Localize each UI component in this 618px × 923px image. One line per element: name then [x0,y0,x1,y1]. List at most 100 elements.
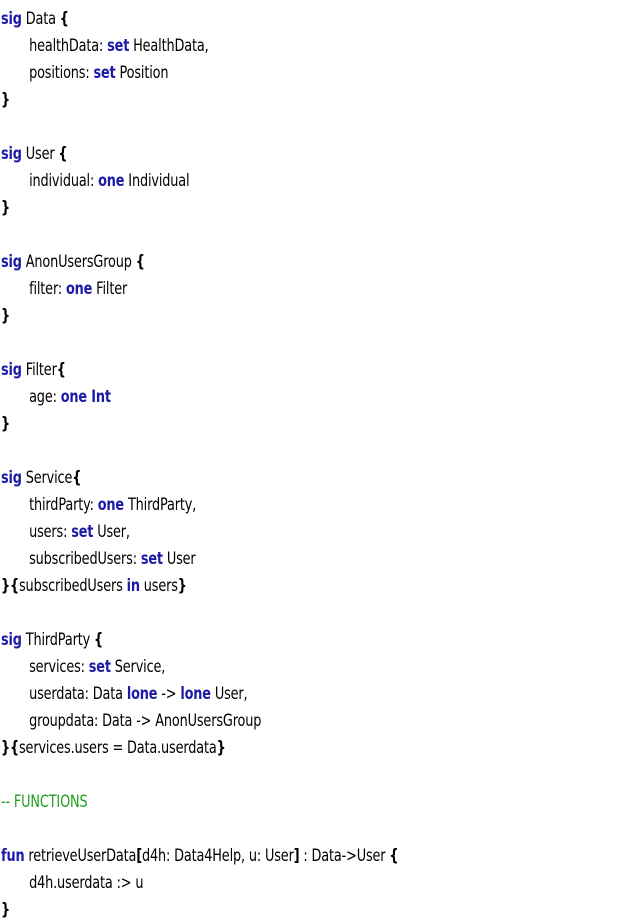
code-token: Service [21,468,73,487]
code-line: sig User { [1,140,398,167]
keyword-token: fun [1,846,25,865]
code-token: Data [21,9,60,28]
code-line: -- FUNCTIONS [1,788,398,815]
code-token: healthData: [29,36,108,55]
code-token: individual: [29,171,99,190]
code-token: groupdata: Data -> AnonUsersGroup [29,711,262,730]
keyword-token: sig [1,630,22,649]
code-token: d4h.userdata :> u [29,873,144,892]
keyword-token: sig [1,468,22,487]
code-line: }{subscribedUsers in users} [1,572,398,599]
brace-token: } [1,90,11,109]
keyword-token: sig [1,144,22,163]
code-line: }{services.users = Data.userdata} [1,734,398,761]
code-token: d4h: Data4Help, u: User [141,846,294,865]
code-line: filter: one Filter [1,275,398,302]
code-token: users: [29,522,72,541]
code-token: userdata: Data [29,684,127,703]
code-token: Individual [124,171,190,190]
code-line: individual: one Individual [1,167,398,194]
brace-token: } [216,738,226,757]
brace-token: }{ [1,576,20,595]
code-line: fun retrieveUserData[d4h: Data4Help, u: … [1,842,399,869]
code-token: age: [29,387,61,406]
code-line: } [1,86,398,113]
code-token: User, [93,522,130,541]
code-token: Filter [92,279,128,298]
code-listing: sig Data {healthData: set HealthData, pos… [1,5,399,923]
keyword-token: set [107,36,130,55]
code-token: users [139,576,178,595]
brace-token: { [93,630,103,649]
code-token: User, [210,684,248,703]
comment-token: -- FUNCTIONS [1,792,88,811]
code-line: sig Data { [1,5,398,32]
code-line: sig Service{ [1,464,398,491]
brace-token: { [59,9,69,28]
keyword-token: sig [1,360,22,379]
brace-token: { [135,252,145,271]
brace-token: }{ [1,738,20,757]
code-line: groupdata: Data -> AnonUsersGroup [1,707,398,734]
code-line: age: one Int [1,383,398,410]
code-token: : Data->User [299,846,390,865]
code-line: services: set Service, [1,653,398,680]
brace-token: } [1,900,11,919]
code-line: } [1,194,398,221]
brace-token: } [1,306,11,325]
code-token: services: [29,657,89,676]
brace-token: } [1,198,11,217]
code-token: Service, [110,657,166,676]
code-token: thirdParty: [29,495,98,514]
code-line: } [1,410,398,437]
code-line: d4h.userdata :> u [1,869,398,896]
code-token: User [21,144,59,163]
brace-token: { [72,468,82,487]
code-line: sig Filter{ [1,356,398,383]
code-token: subscribedUsers [19,576,127,595]
code-line: } [1,896,398,923]
code-token: Filter [21,360,57,379]
keyword-token: set [88,657,111,676]
keyword-token: one [97,495,125,514]
code-token: subscribedUsers: [29,549,141,568]
code-line: users: set User, [1,518,398,545]
code-token: -> [157,684,181,703]
keyword-token: sig [1,9,22,28]
brace-token: } [177,576,187,595]
keyword-token: one Int [60,387,111,406]
code-token: retrieveUserData [24,846,137,865]
keyword-token: set [93,63,116,82]
code-token: User [162,549,196,568]
code-line: healthData: set HealthData, [1,32,398,59]
code-token: positions: [29,63,94,82]
code-line: sig ThirdParty { [1,626,398,653]
brace-token: { [58,144,68,163]
brace-token: } [1,414,11,433]
keyword-token: one [98,171,125,190]
code-line: subscribedUsers: set User [1,545,398,572]
code-token: Position [115,63,169,82]
keyword-token: one [65,279,93,298]
code-line: positions: set Position [1,59,398,86]
code-token: ThirdParty, [124,495,197,514]
code-line: thirdParty: one ThirdParty, [1,491,398,518]
keyword-token: set [140,549,163,568]
code-token: services.users = Data.userdata [19,738,217,757]
brace-token: { [389,846,399,865]
code-token: HealthData, [129,36,209,55]
keyword-token: lone [126,684,158,703]
brace-token: { [56,360,66,379]
code-line: sig AnonUsersGroup { [1,248,398,275]
code-line: } [1,302,398,329]
keyword-token: lone [180,684,211,703]
keyword-token: in [126,576,140,595]
code-token: AnonUsersGroup [21,252,136,271]
